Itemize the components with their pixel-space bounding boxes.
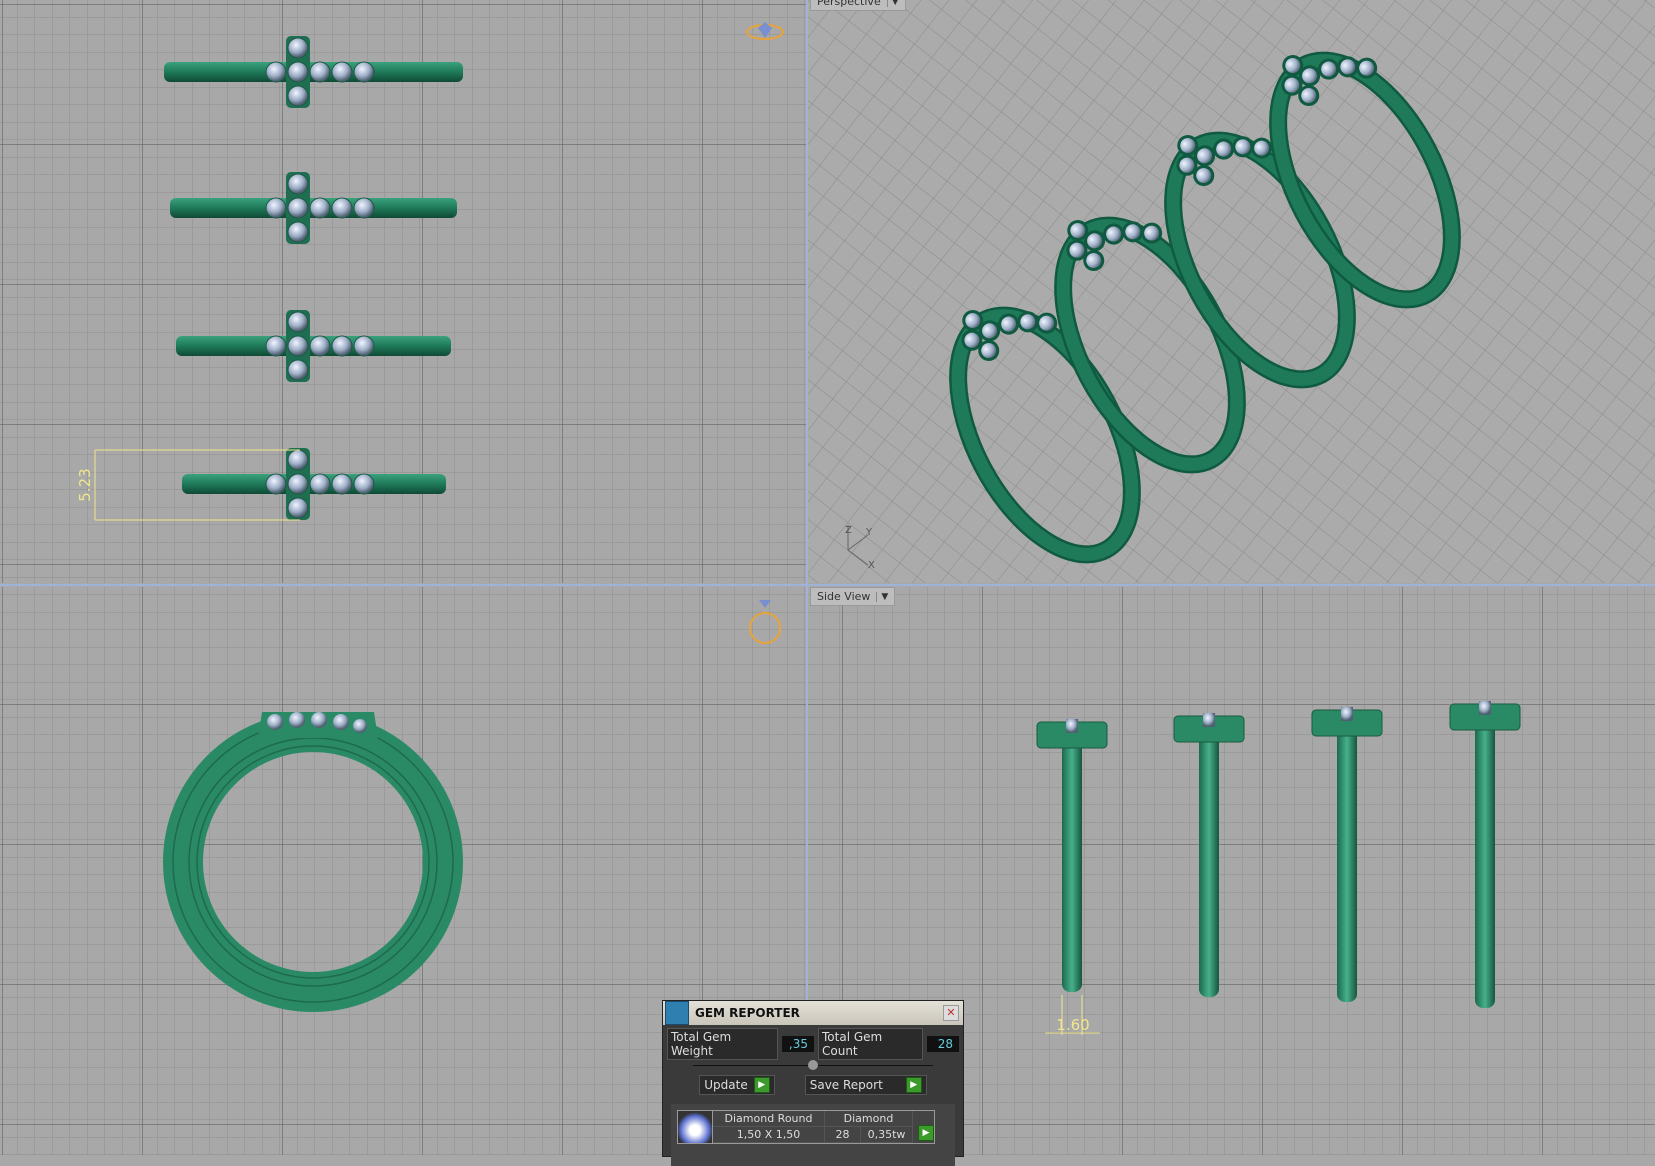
viewports[interactable]: 5.23 Z Y X 1.60 bbox=[0, 0, 1655, 1155]
side-view-selector[interactable]: Side View ▼ bbox=[810, 587, 896, 606]
gem-list: Diamond Round Diamond 1,50 X 1,50 28 0,3… bbox=[671, 1104, 955, 1166]
gem bbox=[1341, 707, 1353, 721]
ring-shank bbox=[1062, 736, 1082, 992]
gem bbox=[331, 197, 353, 219]
gem bbox=[287, 335, 309, 357]
play-icon: ▶ bbox=[753, 1077, 770, 1093]
gem bbox=[1479, 701, 1491, 715]
gem bbox=[287, 497, 309, 519]
gem bbox=[287, 85, 309, 107]
view-label: Side View bbox=[817, 590, 871, 603]
gem bbox=[309, 335, 331, 357]
gem bbox=[287, 359, 309, 381]
gem bbox=[353, 61, 375, 83]
axis-z: Z bbox=[845, 525, 852, 536]
play-icon: ▶ bbox=[905, 1077, 922, 1093]
gem bbox=[265, 335, 287, 357]
update-label: Update bbox=[704, 1078, 748, 1092]
height-dimension: 5.23 bbox=[76, 468, 94, 501]
gem bbox=[287, 61, 309, 83]
update-button[interactable]: Update ▶ bbox=[699, 1075, 775, 1095]
gem bbox=[1066, 719, 1078, 733]
perspective-view-selector[interactable]: Perspective ▼ bbox=[810, 0, 906, 11]
gem bbox=[309, 473, 331, 495]
gem bbox=[353, 473, 375, 495]
gem bbox=[331, 473, 353, 495]
chevron-down-icon: ▼ bbox=[886, 0, 899, 7]
gem bbox=[287, 197, 309, 219]
total-weight-label: Total Gem Weight bbox=[667, 1028, 778, 1060]
gem bbox=[331, 335, 353, 357]
gem-weight: 0,35tw bbox=[861, 1127, 913, 1143]
gem bbox=[265, 473, 287, 495]
gem bbox=[287, 37, 309, 59]
round-gem-icon bbox=[678, 1111, 713, 1143]
gem bbox=[287, 449, 309, 471]
total-weight-value: ,35 bbox=[782, 1036, 814, 1052]
axis-y: Y bbox=[865, 527, 873, 538]
perspective-viewport[interactable]: Z Y X bbox=[808, 0, 1655, 583]
panel-title: GEM REPORTER bbox=[695, 1006, 800, 1020]
ring-shank bbox=[1199, 730, 1219, 997]
axis-x: X bbox=[868, 560, 875, 571]
gem bbox=[353, 335, 375, 357]
gem bbox=[287, 221, 309, 243]
collapse-handle[interactable] bbox=[693, 1060, 933, 1070]
view-label: Perspective bbox=[817, 0, 881, 8]
gem bbox=[1203, 713, 1215, 727]
close-button[interactable]: ✕ bbox=[943, 1005, 959, 1021]
total-count-label: Total Gem Count bbox=[818, 1028, 923, 1060]
ring-shank bbox=[1337, 724, 1357, 1002]
gem bbox=[287, 311, 309, 333]
cad-workspace: 5.23 Z Y X 1.60 Perspective ▼ Side View … bbox=[0, 0, 1655, 1166]
top-view-viewport[interactable]: 5.23 bbox=[0, 0, 806, 583]
gem-size: 1,50 X 1,50 bbox=[713, 1127, 825, 1143]
gem bbox=[309, 61, 331, 83]
chevron-down-icon: ▼ bbox=[876, 591, 888, 602]
gem-reporter-panel: GEM REPORTER ✕ Total Gem Weight ,35 Tota… bbox=[662, 1000, 964, 1166]
select-gem-button[interactable]: ▶ bbox=[918, 1125, 934, 1141]
gem-count: 28 bbox=[825, 1127, 861, 1143]
gem bbox=[287, 173, 309, 195]
panel-titlebar[interactable]: GEM REPORTER ✕ bbox=[663, 1001, 963, 1025]
gem-reporter-icon bbox=[665, 1001, 689, 1025]
gem bbox=[265, 197, 287, 219]
gem bbox=[331, 61, 353, 83]
gem-shape: Diamond Round bbox=[713, 1111, 825, 1127]
gem bbox=[353, 197, 375, 219]
total-count-value: 28 bbox=[927, 1036, 959, 1052]
save-report-label: Save Report bbox=[809, 1078, 883, 1092]
list-item[interactable]: Diamond Round Diamond 1,50 X 1,50 28 0,3… bbox=[677, 1110, 935, 1144]
gem bbox=[265, 61, 287, 83]
save-report-button[interactable]: Save Report ▶ bbox=[804, 1075, 927, 1095]
ring-shank bbox=[1475, 718, 1495, 1008]
gem bbox=[287, 473, 309, 495]
width-dimension: 1.60 bbox=[1056, 1016, 1089, 1034]
gem bbox=[309, 197, 331, 219]
gem-material: Diamond bbox=[825, 1111, 913, 1127]
